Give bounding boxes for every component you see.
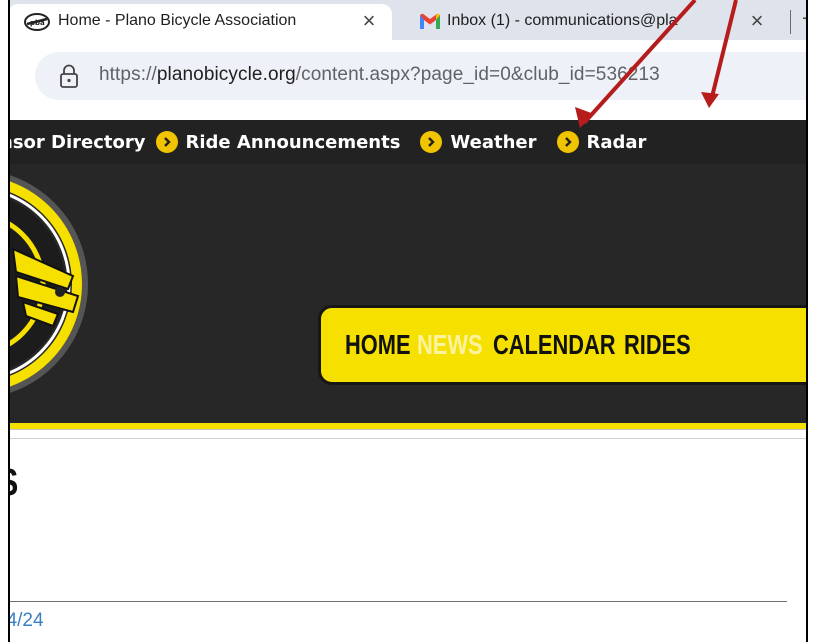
main-nav: HOME NEWS CALENDAR RIDES bbox=[345, 308, 710, 382]
tab-title: Home - Plano Bicycle Association bbox=[58, 12, 297, 29]
tab-plano-bicycle[interactable]: pba Home - Plano Bicycle Association × bbox=[8, 4, 392, 40]
nav-calendar[interactable]: CALENDAR bbox=[493, 329, 616, 361]
utility-nav: nsor Directory Ride Announcements Weathe… bbox=[8, 120, 646, 164]
url-text[interactable]: https://planobicycle.org/content.aspx?pa… bbox=[99, 64, 660, 86]
news-date-link[interactable]: 04/24 bbox=[8, 610, 44, 632]
tab-title: Inbox (1) - communications@pla bbox=[447, 12, 678, 29]
chevron-right-icon bbox=[155, 131, 178, 153]
tab-separator bbox=[790, 10, 791, 34]
tab-strip: pba Home - Plano Bicycle Association × I… bbox=[8, 0, 806, 40]
tab-title-fade bbox=[714, 10, 740, 34]
tab-title-fade bbox=[326, 10, 352, 34]
screenshot-root: pba Home - Plano Bicycle Association × I… bbox=[0, 0, 815, 642]
close-icon[interactable]: × bbox=[744, 8, 770, 34]
url-scheme: https:// bbox=[99, 64, 157, 85]
nav-home[interactable]: HOME bbox=[345, 329, 411, 361]
content-top-divider bbox=[8, 438, 806, 439]
nav-rides[interactable]: RIDES bbox=[624, 329, 691, 361]
nav-link-weather[interactable]: Weather bbox=[450, 132, 536, 153]
header-gap bbox=[8, 430, 806, 438]
pba-logo-icon[interactable] bbox=[8, 164, 108, 428]
nav-link-sponsor-directory[interactable]: nsor Directory bbox=[8, 132, 146, 153]
close-icon[interactable]: × bbox=[356, 8, 382, 34]
nav-link-ride-announcements[interactable]: Ride Announcements bbox=[186, 132, 401, 153]
nav-link-radar[interactable]: Radar bbox=[587, 132, 647, 153]
url-host: planobicycle.org bbox=[156, 64, 296, 85]
screenshot-frame-left bbox=[8, 0, 10, 642]
screenshot-frame-right bbox=[806, 0, 808, 642]
pba-logo-icon: pba bbox=[24, 12, 50, 37]
address-bar[interactable]: https://planobicycle.org/content.aspx?pa… bbox=[35, 52, 806, 100]
browser-window: pba Home - Plano Bicycle Association × I… bbox=[8, 0, 806, 642]
site-info-icon[interactable] bbox=[59, 63, 79, 94]
tab-gmail-inbox[interactable]: Inbox (1) - communications@pla × bbox=[403, 4, 780, 40]
content-divider bbox=[8, 601, 787, 602]
chevron-right-icon bbox=[556, 131, 579, 153]
site-utility-bar: nsor Directory Ride Announcements Weathe… bbox=[8, 120, 806, 164]
main-nav-bar: HOME NEWS CALENDAR RIDES bbox=[318, 305, 806, 385]
gmail-icon bbox=[419, 12, 441, 35]
chevron-right-icon bbox=[420, 131, 443, 153]
nav-news[interactable]: NEWS bbox=[417, 329, 483, 361]
browser-toolbar: https://planobicycle.org/content.aspx?pa… bbox=[8, 40, 806, 120]
site-header: HOME NEWS CALENDAR RIDES bbox=[8, 164, 806, 423]
svg-text:pba: pba bbox=[30, 19, 45, 27]
url-path: /content.aspx?page_id=0&club_id=536213 bbox=[295, 64, 660, 85]
